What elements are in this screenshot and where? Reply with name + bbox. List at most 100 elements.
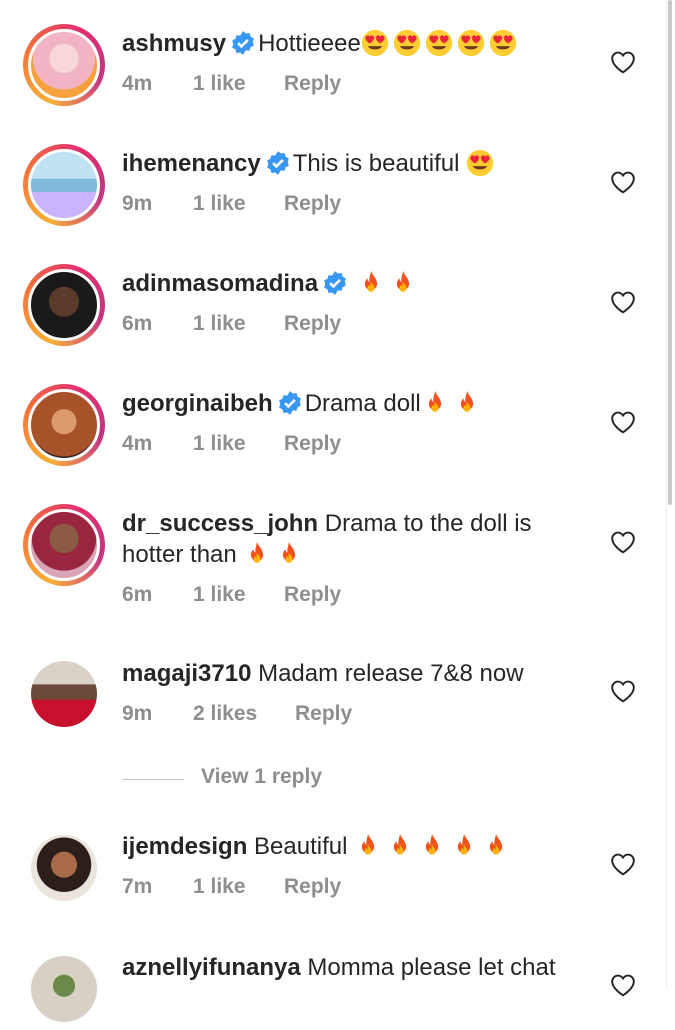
avatar (28, 509, 100, 581)
comment-time: 4m (122, 432, 153, 455)
comment-body: Hottieeee (258, 30, 361, 57)
comment-body: This is beautiful (292, 150, 467, 177)
heart-eyes-emoji (361, 29, 388, 57)
emoji-row (354, 833, 514, 860)
avatar (28, 149, 100, 221)
comment-likes[interactable]: 1 like (193, 432, 246, 456)
avatar (28, 269, 100, 341)
comment-body: Momma please let chat (307, 954, 556, 981)
emoji-row (466, 149, 498, 177)
avatar-story-ring[interactable] (23, 264, 105, 346)
verified-badge-icon (278, 391, 301, 415)
fire-emoji (251, 541, 264, 563)
heart-outline-icon[interactable] (610, 290, 636, 314)
fire-emoji (490, 833, 503, 855)
comment-text: magaji3710 Madam release 7&8 now (122, 658, 587, 689)
comment-likes[interactable]: 2 likes (193, 702, 257, 726)
heart-eyes-emoji (467, 149, 494, 177)
reply-button[interactable]: Reply (284, 432, 341, 456)
verified-badge-icon (232, 31, 254, 55)
avatar-frame[interactable] (23, 948, 105, 1030)
heart-eyes-emoji (457, 29, 484, 57)
avatar (31, 835, 97, 901)
comment-time: 4m (122, 72, 153, 95)
reply-button[interactable]: Reply (284, 875, 341, 899)
emoji-row (243, 541, 307, 568)
comment-likes[interactable]: 1 like (193, 192, 246, 216)
comment-text: ashmusy Hottieeee (122, 28, 587, 59)
avatar-story-ring[interactable] (23, 384, 105, 466)
emoji-row (357, 270, 421, 297)
heart-outline-icon[interactable] (610, 679, 636, 703)
comment-time: 9m (122, 702, 153, 725)
heart-outline-icon[interactable] (610, 530, 636, 554)
comment-username[interactable]: ijemdesign (122, 833, 247, 860)
comment-text: ihemenancy This is beautiful (122, 148, 587, 179)
comment-username[interactable]: ashmusy (122, 30, 226, 57)
comment-body: Beautiful (254, 833, 355, 860)
emoji-row (361, 29, 521, 57)
heart-outline-icon[interactable] (610, 170, 636, 194)
comment-body (350, 270, 357, 297)
fire-emoji (362, 833, 375, 855)
comment-text: dr_success_john Drama to the doll is hot… (122, 508, 562, 570)
avatar-frame[interactable] (23, 653, 105, 735)
comment-username[interactable]: georginaibeh (122, 390, 273, 417)
fire-emoji (426, 833, 439, 855)
emoji-row (421, 390, 485, 417)
heart-outline-icon[interactable] (610, 410, 636, 434)
fire-emoji (396, 270, 409, 292)
fire-emoji (283, 541, 296, 563)
comment-username[interactable]: magaji3710 (122, 660, 251, 687)
reply-button[interactable]: Reply (284, 192, 341, 216)
reply-button[interactable]: Reply (284, 583, 341, 607)
heart-outline-icon[interactable] (610, 973, 636, 997)
comment-time: 7m (122, 875, 153, 898)
comment-time: 9m (122, 192, 153, 215)
view-replies-label: View 1 reply (201, 765, 323, 788)
avatar (31, 661, 97, 727)
view-replies-button[interactable]: View 1 reply (122, 765, 382, 795)
fire-emoji (394, 833, 407, 855)
comment-text: adinmasomadina (122, 268, 587, 299)
fire-emoji (458, 833, 471, 855)
avatar (31, 956, 97, 1022)
heart-eyes-emoji (489, 29, 516, 57)
comment-time: 6m (122, 312, 153, 335)
comment-username[interactable]: ihemenancy (122, 150, 261, 177)
heart-eyes-emoji (393, 29, 420, 57)
comment-username[interactable]: dr_success_john (122, 510, 318, 537)
scroll-track (666, 0, 667, 989)
avatar (28, 389, 100, 461)
avatar (28, 29, 100, 101)
heart-eyes-emoji (425, 29, 452, 57)
heart-outline-icon[interactable] (610, 50, 636, 74)
comment-body: Drama doll (304, 390, 421, 417)
reply-button[interactable]: Reply (284, 312, 341, 336)
avatar-story-ring[interactable] (23, 144, 105, 226)
verified-badge-icon (324, 271, 346, 295)
verified-badge-icon (266, 151, 289, 175)
reply-divider-line (122, 779, 184, 780)
heart-outline-icon[interactable] (610, 852, 636, 876)
comment-username[interactable]: aznellyifunanya (122, 954, 301, 981)
avatar-story-ring[interactable] (23, 24, 105, 106)
scrollbar-thumb[interactable] (668, 0, 672, 505)
reply-button[interactable]: Reply (295, 702, 352, 726)
comment-body: Madam release 7&8 now (258, 660, 524, 687)
comment-username[interactable]: adinmasomadina (122, 270, 318, 297)
comment-likes[interactable]: 1 like (193, 72, 246, 96)
comment-text: aznellyifunanya Momma please let chat (122, 952, 587, 983)
reply-button[interactable]: Reply (284, 72, 341, 96)
avatar-story-ring[interactable] (23, 504, 105, 586)
comment-likes[interactable]: 1 like (193, 875, 246, 899)
comment-text: georginaibeh Drama doll (122, 388, 587, 419)
comment-likes[interactable]: 1 like (193, 312, 246, 336)
comment-likes[interactable]: 1 like (193, 583, 246, 607)
fire-emoji (460, 390, 473, 412)
avatar-frame[interactable] (23, 827, 105, 909)
comment-text: ijemdesign Beautiful (122, 831, 587, 862)
fire-emoji (428, 390, 441, 412)
comment-time: 6m (122, 583, 153, 606)
fire-emoji (364, 270, 377, 292)
